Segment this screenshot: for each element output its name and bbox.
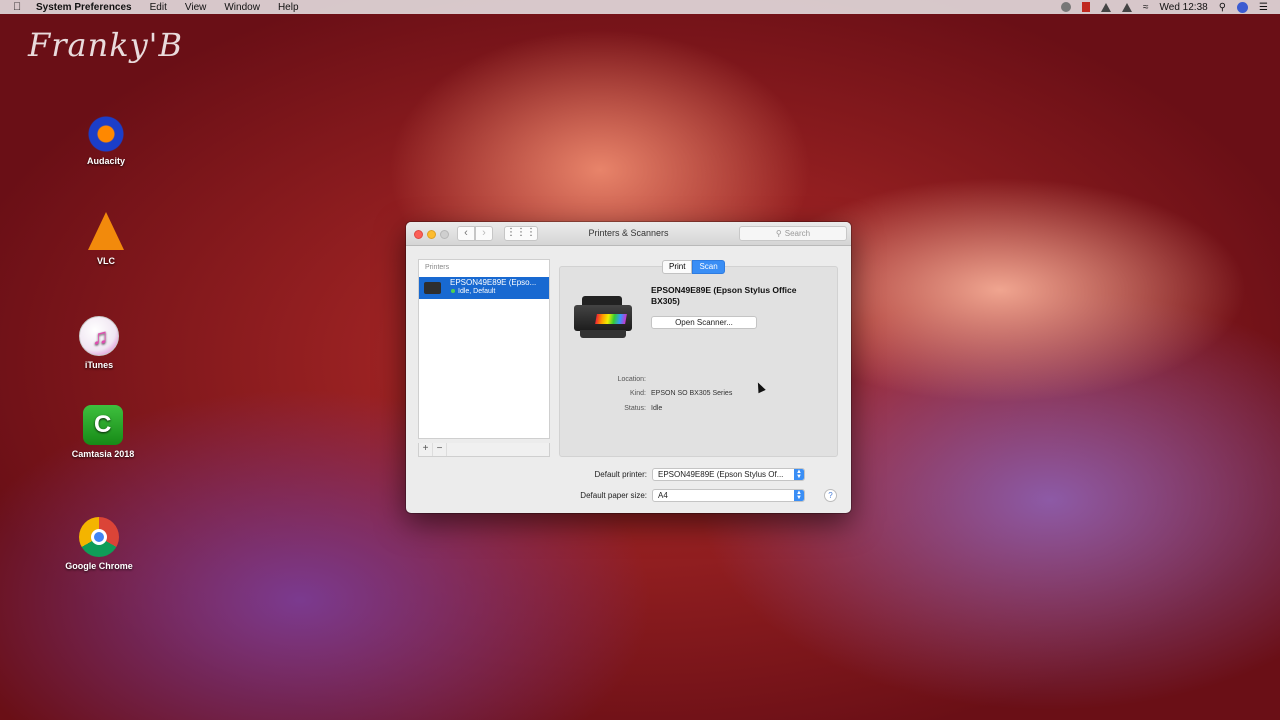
status-vlc-icon[interactable] xyxy=(1122,2,1133,12)
default-printer-select[interactable]: EPSON49E89E (Epson Stylus Of... ▲ ▼ xyxy=(652,468,805,481)
status-person-icon[interactable] xyxy=(1101,2,1112,12)
kind-value: EPSON SO BX305 Series xyxy=(651,390,733,397)
apple-menu-icon[interactable]:  xyxy=(13,1,24,13)
status-dot-icon xyxy=(451,289,455,294)
default-printer-label: Default printer: xyxy=(594,470,647,479)
desktop-icon-itunes[interactable]: ♫ iTunes xyxy=(54,316,144,370)
desktop-icon-chrome[interactable]: Google Chrome xyxy=(54,517,144,571)
print-scan-tabs: Print Scan xyxy=(662,260,725,274)
clock[interactable]: Wed 12:38 xyxy=(1160,2,1208,13)
wifi-icon[interactable]: ≈ xyxy=(1143,2,1149,13)
printer-list-item[interactable]: EPSON49E89E (Epso... Idle, Default xyxy=(419,277,549,299)
printer-image-icon xyxy=(574,296,632,342)
desktop-icon-label: Audacity xyxy=(86,156,125,166)
list-buttons: + − xyxy=(418,443,550,457)
status-app-icon[interactable] xyxy=(1082,2,1091,12)
help-button[interactable]: ? xyxy=(824,489,837,502)
paper-size-select[interactable]: A4 ▲ ▼ xyxy=(652,489,805,502)
desktop-icon-label: Camtasia 2018 xyxy=(71,449,135,459)
siri-icon[interactable] xyxy=(1237,1,1249,13)
menu-help[interactable]: Help xyxy=(278,2,299,13)
desktop-icon-label: VLC xyxy=(97,256,115,266)
camtasia-icon: C xyxy=(83,405,123,445)
printer-status: Idle, Default xyxy=(458,288,496,295)
select-arrows-icon: ▲ ▼ xyxy=(794,469,804,480)
watermark-logo: Franky'B xyxy=(28,26,183,64)
tab-print[interactable]: Print xyxy=(662,260,693,274)
search-placeholder: Search xyxy=(784,229,811,238)
search-icon: ⚲ xyxy=(775,229,782,238)
desktop-icon-label: iTunes xyxy=(84,360,114,370)
printers-scanners-window: ‹ › ⋮⋮⋮ Printers & Scanners ⚲ Search Pri… xyxy=(406,222,851,513)
desktop-icon-audacity[interactable]: Audacity xyxy=(61,112,151,166)
open-scanner-button[interactable]: Open Scanner... xyxy=(651,316,757,329)
add-printer-button[interactable]: + xyxy=(419,443,433,456)
desktop-icon-camtasia[interactable]: C Camtasia 2018 xyxy=(58,405,148,459)
status-label: Status: xyxy=(624,405,646,412)
menu-edit[interactable]: Edit xyxy=(150,2,167,13)
spotlight-search-icon[interactable]: ⚲ xyxy=(1219,2,1226,13)
menu-app-name[interactable]: System Preferences xyxy=(36,2,132,13)
title-bar[interactable]: ‹ › ⋮⋮⋮ Printers & Scanners ⚲ Search xyxy=(406,222,851,246)
paper-size-value: A4 xyxy=(658,491,668,500)
chrome-icon xyxy=(79,517,119,557)
tab-scan[interactable]: Scan xyxy=(692,260,725,274)
notification-center-icon[interactable]: ☰ xyxy=(1259,2,1268,13)
status-record-icon[interactable] xyxy=(1061,2,1072,12)
paper-size-label: Default paper size: xyxy=(580,491,647,500)
location-label: Location: xyxy=(617,376,646,383)
desktop-icon-label: Google Chrome xyxy=(65,561,133,571)
kind-label: Kind: xyxy=(630,390,646,397)
search-input[interactable]: ⚲ Search xyxy=(739,226,847,241)
menu-bar:  System Preferences Edit View Window He… xyxy=(0,0,1280,14)
printers-list-header: Printers xyxy=(425,264,450,271)
printer-name: EPSON49E89E (Epso... xyxy=(450,278,537,287)
menu-window[interactable]: Window xyxy=(224,2,260,13)
desktop-icon-vlc[interactable]: VLC xyxy=(61,212,151,266)
device-name: EPSON49E89E (Epson Stylus Office BX305) xyxy=(651,285,797,306)
status-value: Idle xyxy=(651,405,663,412)
remove-printer-button[interactable]: − xyxy=(433,443,447,456)
vlc-icon xyxy=(88,212,124,250)
select-arrows-icon: ▲ ▼ xyxy=(794,490,804,501)
printer-icon xyxy=(424,282,441,294)
itunes-icon: ♫ xyxy=(79,316,119,356)
menu-view[interactable]: View xyxy=(185,2,207,13)
printers-list: Printers EPSON49E89E (Epso... Idle, Defa… xyxy=(418,259,550,439)
audacity-icon xyxy=(86,112,126,152)
default-printer-value: EPSON49E89E (Epson Stylus Of... xyxy=(658,470,784,479)
